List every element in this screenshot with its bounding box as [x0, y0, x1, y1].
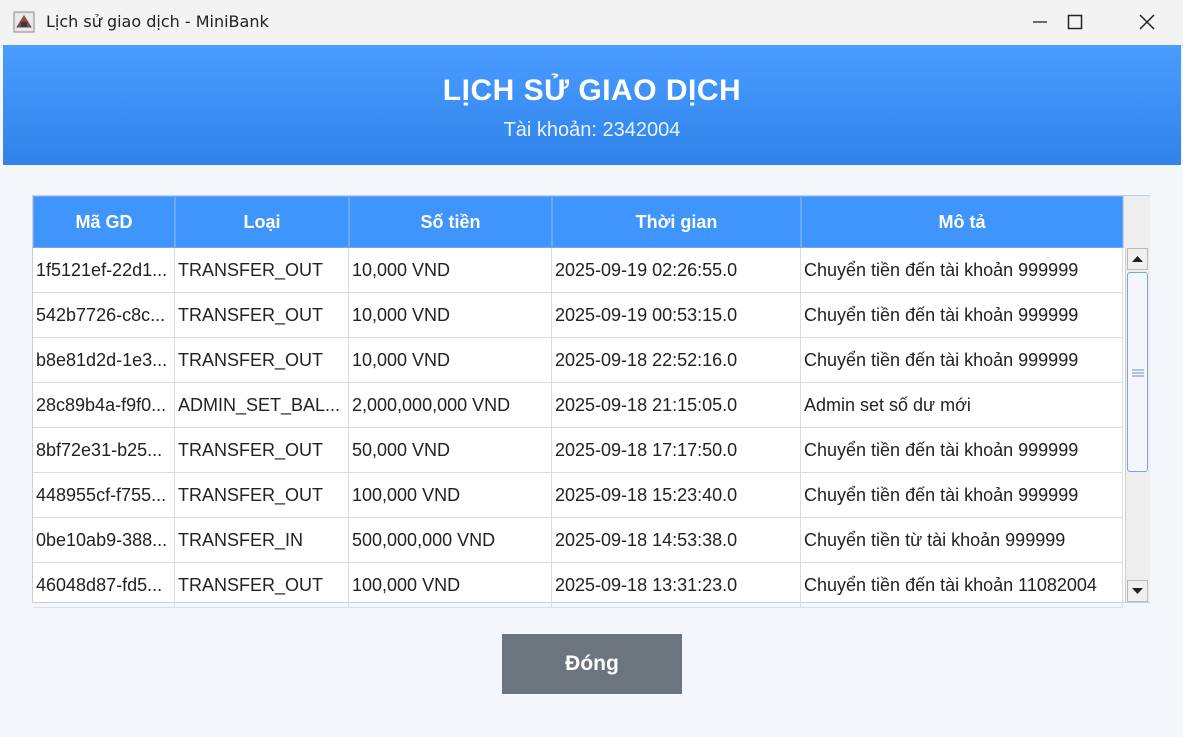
- cell-id: 448955cf-f755...: [33, 473, 175, 518]
- close-button[interactable]: Đóng: [502, 634, 682, 694]
- table-row[interactable]: 28c89b4a-f9f0... ADMIN_SET_BAL... 2,000,…: [33, 383, 1123, 428]
- grip-icon: [1132, 369, 1144, 377]
- close-icon: [1139, 14, 1155, 30]
- cell-time: 2025-09-19 02:26:55.0: [552, 248, 801, 293]
- cell-description: Chuyển tiền đến tài khoản 999999: [801, 248, 1123, 293]
- transactions-table: Mã GD Loại Số tiền Thời gian Mô tả 1f512…: [32, 195, 1150, 608]
- cell-id: 28c89b4a-f9f0...: [33, 383, 175, 428]
- cell-time: 2025-09-18 15:23:40.0: [552, 473, 801, 518]
- window-title: Lịch sử giao dịch - MiniBank: [46, 12, 269, 31]
- cell-amount: 100,000 VND: [349, 563, 552, 608]
- table-row[interactable]: 8bf72e31-b25... TRANSFER_OUT 50,000 VND …: [33, 428, 1123, 473]
- cell-amount: 10,000 VND: [349, 248, 552, 293]
- table-row[interactable]: 0be10ab9-388... TRANSFER_IN 500,000,000 …: [33, 518, 1123, 563]
- scroll-down-button[interactable]: [1127, 580, 1148, 602]
- cell-time: 2025-09-18 22:52:16.0: [552, 338, 801, 383]
- cell-description: Admin set số dư mới: [801, 383, 1123, 428]
- cell-description: Chuyển tiền đến tài khoản 11082004: [801, 563, 1123, 608]
- window-titlebar: Lịch sử giao dịch - MiniBank: [0, 0, 1183, 46]
- scroll-up-button[interactable]: [1127, 248, 1148, 270]
- table-row[interactable]: 448955cf-f755... TRANSFER_OUT 100,000 VN…: [33, 473, 1123, 518]
- cell-time: 2025-09-19 00:53:15.0: [552, 293, 801, 338]
- table-row[interactable]: 46048d87-fd5... TRANSFER_OUT 100,000 VND…: [33, 563, 1123, 608]
- cell-time: 2025-09-18 13:31:23.0: [552, 563, 801, 608]
- table-header: Mã GD Loại Số tiền Thời gian Mô tả: [33, 196, 1123, 248]
- column-header-id[interactable]: Mã GD: [33, 196, 175, 248]
- vertical-scrollbar[interactable]: [1125, 248, 1150, 602]
- scrollbar-thumb[interactable]: [1127, 272, 1148, 472]
- column-header-type[interactable]: Loại: [175, 196, 349, 248]
- cell-description: Chuyển tiền từ tài khoản 999999: [801, 518, 1123, 563]
- column-header-time[interactable]: Thời gian: [552, 196, 801, 248]
- cell-id: b8e81d2d-1e3...: [33, 338, 175, 383]
- cell-amount: 500,000,000 VND: [349, 518, 552, 563]
- cell-id: 46048d87-fd5...: [33, 563, 175, 608]
- cell-type: TRANSFER_IN: [175, 518, 349, 563]
- cell-type: TRANSFER_OUT: [175, 473, 349, 518]
- cell-type: TRANSFER_OUT: [175, 428, 349, 473]
- cell-amount: 100,000 VND: [349, 473, 552, 518]
- arrow-up-icon: [1132, 256, 1143, 262]
- table-body: 1f5121ef-22d1... TRANSFER_OUT 10,000 VND…: [33, 248, 1123, 608]
- cell-type: TRANSFER_OUT: [175, 248, 349, 293]
- cell-type: TRANSFER_OUT: [175, 293, 349, 338]
- cell-description: Chuyển tiền đến tài khoản 999999: [801, 293, 1123, 338]
- maximize-icon: [1067, 14, 1083, 30]
- cell-id: 8bf72e31-b25...: [33, 428, 175, 473]
- page-title: LỊCH SỬ GIAO DỊCH: [442, 74, 742, 107]
- maximize-button[interactable]: [1040, 0, 1110, 45]
- table-row[interactable]: b8e81d2d-1e3... TRANSFER_OUT 10,000 VND …: [33, 338, 1123, 383]
- table-row[interactable]: 542b7726-c8c... TRANSFER_OUT 10,000 VND …: [33, 293, 1123, 338]
- table-corner: [1123, 196, 1150, 248]
- cell-type: TRANSFER_OUT: [175, 338, 349, 383]
- cell-amount: 10,000 VND: [349, 338, 552, 383]
- cell-amount: 50,000 VND: [349, 428, 552, 473]
- page-header: LỊCH SỬ GIAO DỊCH Tài khoản: 2342004: [3, 45, 1181, 165]
- cell-description: Chuyển tiền đến tài khoản 999999: [801, 428, 1123, 473]
- cell-amount: 2,000,000,000 VND: [349, 383, 552, 428]
- cell-id: 542b7726-c8c...: [33, 293, 175, 338]
- arrow-down-icon: [1132, 588, 1143, 594]
- cell-id: 0be10ab9-388...: [33, 518, 175, 563]
- column-header-description[interactable]: Mô tả: [801, 196, 1123, 248]
- cell-description: Chuyển tiền đến tài khoản 999999: [801, 473, 1123, 518]
- cell-time: 2025-09-18 21:15:05.0: [552, 383, 801, 428]
- account-subtitle: Tài khoản: 2342004: [503, 119, 681, 141]
- cell-type: TRANSFER_OUT: [175, 563, 349, 608]
- table-row[interactable]: 1f5121ef-22d1... TRANSFER_OUT 10,000 VND…: [33, 248, 1123, 293]
- cell-description: Chuyển tiền đến tài khoản 999999: [801, 338, 1123, 383]
- java-app-icon: [13, 11, 35, 33]
- cell-amount: 10,000 VND: [349, 293, 552, 338]
- column-header-amount[interactable]: Số tiền: [349, 196, 552, 248]
- cell-type: ADMIN_SET_BAL...: [175, 383, 349, 428]
- close-window-button[interactable]: [1112, 0, 1182, 45]
- cell-id: 1f5121ef-22d1...: [33, 248, 175, 293]
- cell-time: 2025-09-18 17:17:50.0: [552, 428, 801, 473]
- cell-time: 2025-09-18 14:53:38.0: [552, 518, 801, 563]
